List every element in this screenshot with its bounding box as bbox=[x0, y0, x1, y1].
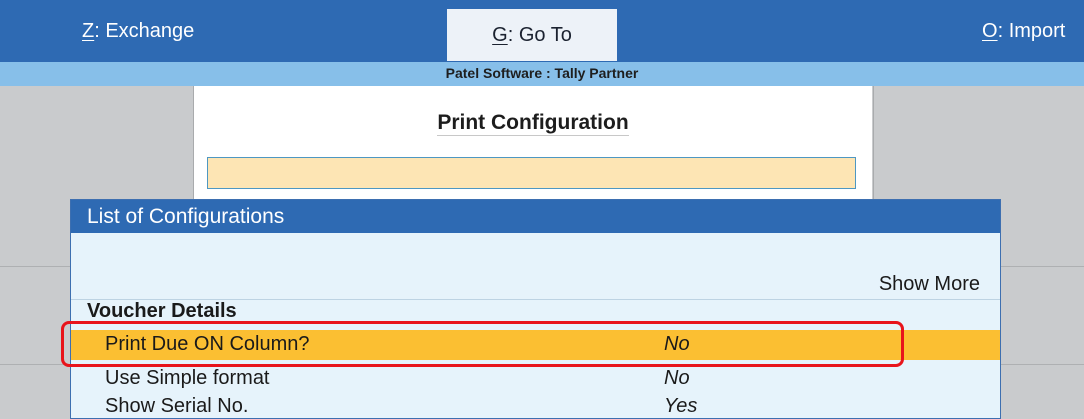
config-row-show-serial-no[interactable]: Show Serial No. Yes bbox=[71, 392, 1000, 418]
configuration-list-popup: List of Configurations Show More Voucher… bbox=[70, 199, 1001, 419]
print-configuration-title: Print Configuration bbox=[194, 111, 872, 136]
configuration-list-title: List of Configurations bbox=[71, 200, 1000, 233]
show-more-button[interactable]: Show More bbox=[879, 273, 980, 296]
goto-shortcut-key: G bbox=[492, 23, 508, 46]
print-configuration-title-text: Print Configuration bbox=[437, 111, 629, 136]
company-title-bar: Patel Software : Tally Partner bbox=[0, 62, 1084, 86]
exchange-menu[interactable]: Z: Exchange bbox=[82, 0, 194, 62]
menu-colon: : bbox=[997, 19, 1004, 42]
import-menu-label: Import bbox=[1008, 19, 1066, 42]
print-configuration-input[interactable] bbox=[207, 157, 856, 189]
config-row-use-simple-format[interactable]: Use Simple format No bbox=[71, 364, 1000, 394]
exchange-menu-label: Exchange bbox=[105, 19, 195, 42]
config-row-print-due-on-column[interactable]: Print Due ON Column? No bbox=[71, 330, 1000, 360]
company-title: Patel Software : Tally Partner bbox=[445, 65, 639, 81]
voucher-details-heading: Voucher Details bbox=[87, 300, 237, 322]
goto-menu[interactable]: G: Go To bbox=[447, 9, 617, 61]
divider bbox=[1001, 266, 1084, 267]
exchange-shortcut-key: Z bbox=[82, 19, 95, 42]
divider bbox=[1001, 364, 1084, 365]
menu-colon: : bbox=[507, 23, 514, 46]
config-row-value: No bbox=[664, 367, 690, 389]
divider bbox=[0, 364, 70, 365]
config-row-label: Show Serial No. bbox=[105, 395, 249, 417]
config-row-label: Use Simple format bbox=[105, 367, 270, 389]
import-shortcut-key: O bbox=[982, 19, 998, 42]
top-menu-bar: Z: Exchange G: Go To O: Import bbox=[0, 0, 1084, 62]
divider bbox=[0, 266, 70, 267]
menu-colon: : bbox=[94, 19, 100, 42]
import-menu[interactable]: O: Import bbox=[982, 0, 1065, 62]
config-row-value: No bbox=[664, 333, 690, 355]
goto-menu-label: Go To bbox=[518, 23, 572, 46]
config-row-label: Print Due ON Column? bbox=[105, 333, 310, 355]
config-row-value: Yes bbox=[664, 395, 698, 417]
